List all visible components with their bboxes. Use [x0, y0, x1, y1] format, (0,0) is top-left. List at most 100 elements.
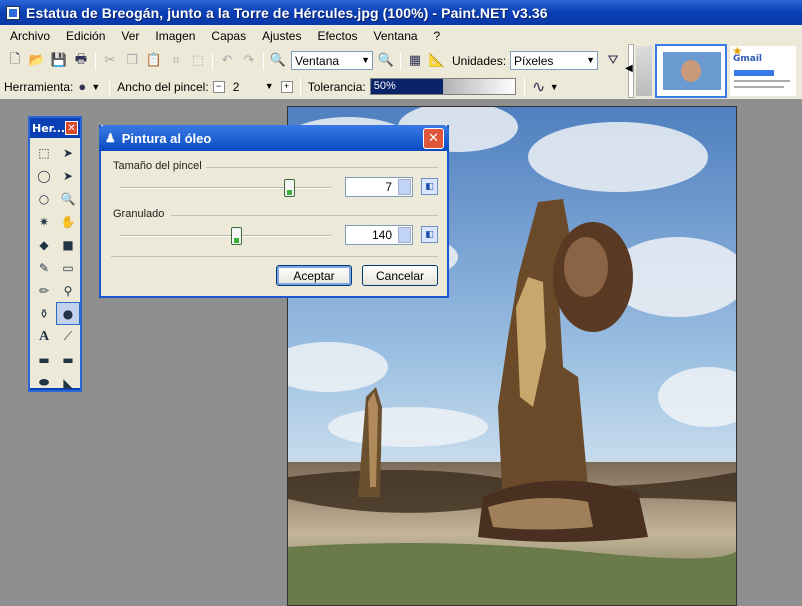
zoom-combo-value: Ventana	[295, 53, 340, 68]
image-thumbnails: ◀ ★ Gmail	[625, 43, 802, 99]
open-folder-icon[interactable]: 📂	[26, 50, 48, 72]
chevron-down-icon[interactable]: ▼	[91, 82, 100, 92]
zoom-out-icon[interactable]: 🔍	[267, 50, 289, 72]
thumbnail-preview	[663, 52, 721, 90]
brush-width-decrease-button[interactable]: −	[212, 80, 225, 93]
chevron-down-icon: ▼	[586, 55, 596, 65]
paintbrush-icon[interactable]: ✎	[32, 256, 56, 279]
zoom-in-icon[interactable]: 🔍	[375, 50, 397, 72]
brush-size-slider-track[interactable]	[119, 187, 331, 189]
menu-efectos[interactable]: Efectos	[309, 29, 365, 43]
brush-size-slider-thumb[interactable]	[283, 179, 295, 197]
main-toolbar: 🗋 📂 💾 🖶 ✂ ❐ 📋 ⌗ ⬚ ↶ ↷ 🔍 Ventana ▼ 🔍 ▦ 📐 …	[0, 47, 628, 74]
save-icon[interactable]: 💾	[48, 50, 70, 72]
brush-size-label: Tamaño del pincel	[113, 160, 202, 172]
toolbar-separator	[95, 51, 96, 70]
undo-icon[interactable]: ↶	[216, 50, 238, 72]
redo-icon[interactable]: ↷	[238, 50, 260, 72]
paste-icon[interactable]: 📋	[143, 50, 165, 72]
brush-size-spinner[interactable]	[398, 179, 411, 195]
tolerance-slider[interactable]: 50%	[369, 78, 516, 95]
cut-icon[interactable]: ✂	[99, 50, 121, 72]
tolerance-label: Tolerancia:	[307, 79, 366, 94]
deselect-icon[interactable]: ⬚	[187, 50, 209, 72]
paint-bucket-icon[interactable]: ◆	[32, 233, 56, 256]
crop-icon[interactable]: ⌗	[165, 50, 187, 72]
coarseness-spinner[interactable]	[398, 227, 411, 243]
clone-stamp-icon[interactable]: ⚱	[32, 302, 56, 325]
toolbar-separator	[523, 77, 525, 96]
zoom-icon[interactable]: 🔍	[56, 187, 80, 210]
toolbar-separator	[109, 77, 111, 96]
units-combo[interactable]: Píxeles ▼	[510, 51, 599, 70]
tools-panel[interactable]: Her... ✕ ⬚ ➤ ◯ ➤ ○ 🔍 ✷ ✋ ◆ ■ ✎ ▭ ✏ ⚲ ⚱ ●…	[28, 116, 82, 392]
color-picker-icon[interactable]: ⚲	[56, 279, 80, 302]
eraser-icon[interactable]: ▭	[56, 256, 80, 279]
tools-panel-title: Her...	[32, 121, 66, 135]
coarseness-value: 140	[371, 228, 392, 242]
pan-icon[interactable]: ✋	[56, 210, 80, 233]
tools-panel-header[interactable]: Her... ✕	[30, 118, 80, 138]
menu-capas[interactable]: Capas	[203, 29, 254, 43]
antialiasing-icon[interactable]: ∿	[528, 76, 550, 98]
zoom-combo[interactable]: Ventana ▼	[291, 51, 373, 70]
coarseness-input[interactable]: 140	[345, 225, 413, 245]
coarseness-slider-thumb[interactable]	[230, 227, 242, 245]
window-title: Estatua de Breogán, junto a la Torre de …	[26, 4, 548, 21]
line-curve-icon[interactable]: ⟋	[56, 325, 80, 348]
copy-icon[interactable]: ❐	[121, 50, 143, 72]
thumbnail-line	[734, 80, 790, 82]
magic-wand-icon[interactable]: ✷	[32, 210, 56, 233]
coarseness-slider-track[interactable]	[119, 235, 331, 237]
menu-help[interactable]: ?	[426, 29, 449, 43]
gradient-icon[interactable]: ■	[56, 233, 80, 256]
menu-edicion[interactable]: Edición	[58, 29, 113, 43]
menu-ajustes[interactable]: Ajustes	[254, 29, 309, 43]
move-selected-icon[interactable]: ➤	[56, 164, 80, 187]
pencil-icon[interactable]: ✏	[32, 279, 56, 302]
coarseness-reset-icon[interactable]: ◧	[421, 226, 438, 243]
close-icon[interactable]: ✕	[423, 128, 444, 149]
dialog-titlebar[interactable]: ♟ Pintura al óleo	[99, 125, 449, 151]
text-icon[interactable]: A	[32, 325, 56, 348]
dialog-divider	[111, 256, 438, 257]
chevron-down-icon[interactable]: ▼	[550, 82, 559, 92]
rounded-rectangle-icon[interactable]: ▬	[56, 348, 80, 371]
current-tool-recolor-icon[interactable]: ●	[73, 76, 91, 98]
freeform-shape-icon[interactable]: ◣	[56, 371, 80, 394]
menu-archivo[interactable]: Archivo	[2, 29, 58, 43]
thumbnail-image-active[interactable]	[655, 44, 727, 98]
toolbar-separator	[400, 51, 401, 70]
rulers-icon[interactable]: 📐	[426, 50, 448, 72]
recolor-icon[interactable]: ●	[56, 302, 80, 325]
dialog-title: Pintura al óleo	[121, 130, 212, 146]
brush-width-combo[interactable]: 2 ▼	[228, 77, 277, 96]
ellipse-select-icon[interactable]: ○	[32, 187, 56, 210]
ok-button[interactable]: Aceptar	[276, 265, 352, 286]
funnel-icon[interactable]: ⛛	[602, 50, 624, 72]
new-file-icon[interactable]: 🗋	[4, 50, 26, 72]
thumbnail-line	[734, 86, 784, 88]
rectangle-select-icon[interactable]: ⬚	[32, 141, 56, 164]
lasso-select-icon[interactable]: ◯	[32, 164, 56, 187]
menu-ver[interactable]: Ver	[113, 29, 147, 43]
move-selection-icon[interactable]: ➤	[56, 141, 80, 164]
menu-imagen[interactable]: Imagen	[147, 29, 203, 43]
grid-icon[interactable]: ▦	[404, 50, 426, 72]
rectangle-icon[interactable]: ▬	[32, 348, 56, 371]
print-icon[interactable]: 🖶	[70, 50, 92, 72]
menu-ventana[interactable]: Ventana	[366, 29, 426, 43]
thumbnail-image[interactable]: ★ Gmail	[728, 44, 798, 98]
oil-paint-dialog: ♟ Pintura al óleo ✕ Tamaño del pincel 7 …	[99, 125, 449, 298]
cancel-button[interactable]: Cancelar	[362, 265, 438, 286]
thumbnail-image[interactable]	[634, 44, 654, 98]
brush-size-reset-icon[interactable]: ◧	[421, 178, 438, 195]
brush-width-increase-button[interactable]: +	[280, 80, 293, 93]
tools-grid: ⬚ ➤ ◯ ➤ ○ 🔍 ✷ ✋ ◆ ■ ✎ ▭ ✏ ⚲ ⚱ ● A ⟋ ▬ ▬ …	[30, 138, 80, 390]
close-icon[interactable]: ✕	[65, 121, 78, 135]
brush-size-input[interactable]: 7	[345, 177, 413, 197]
brush-width-value: 2	[232, 79, 240, 94]
ellipse-icon[interactable]: ⬬	[32, 371, 56, 394]
chevron-down-icon: ▼	[264, 81, 274, 91]
units-label: Unidades:	[452, 53, 507, 68]
